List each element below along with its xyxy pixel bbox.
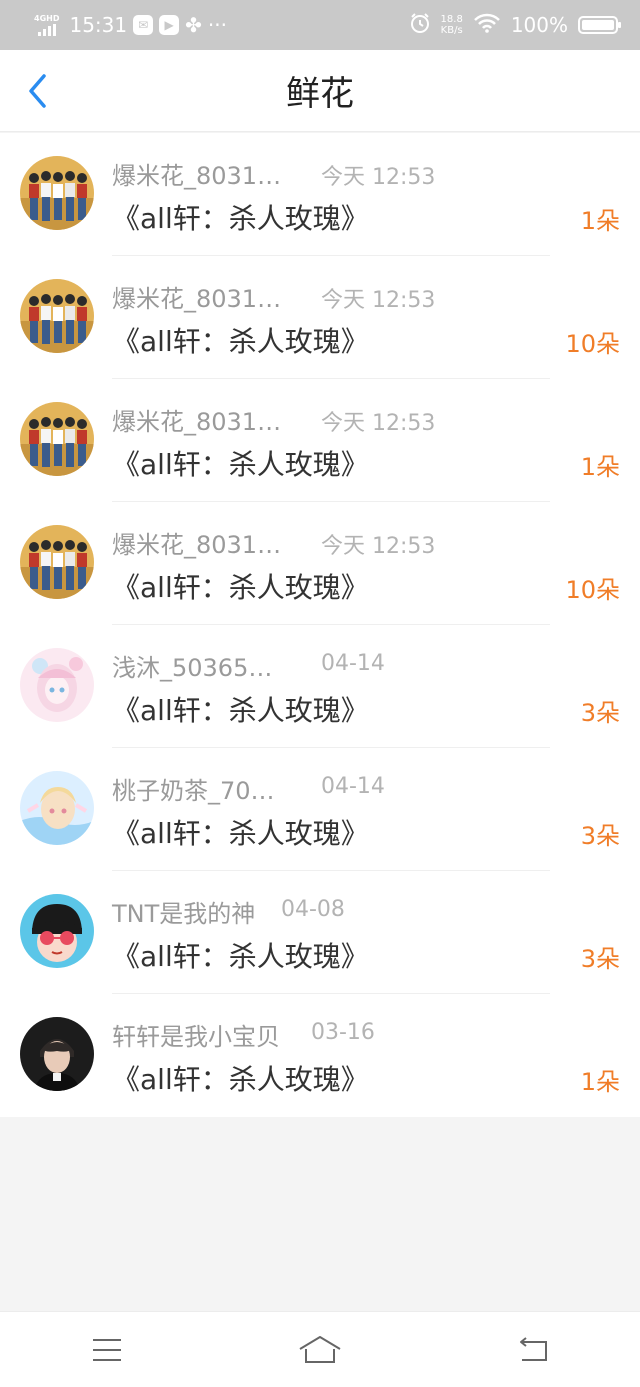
- timestamp: 今天 12:53: [321, 534, 436, 559]
- avatar[interactable]: [20, 771, 94, 845]
- flower-count: 3朵: [580, 945, 620, 973]
- alarm-icon: [409, 12, 431, 39]
- menu-button[interactable]: [77, 1325, 137, 1375]
- user-name[interactable]: 爆米花_8031…: [112, 402, 281, 437]
- fan-notification-icon: ✤: [185, 13, 202, 37]
- flower-count: 10朵: [565, 576, 620, 604]
- flower-count: 3朵: [580, 822, 620, 850]
- chevron-left-icon: [29, 74, 46, 108]
- list-item[interactable]: 爆米花_8031… 今天 12:53 《all轩：杀人玫瑰》 1朵: [0, 379, 640, 502]
- avatar[interactable]: [20, 525, 94, 599]
- user-name[interactable]: 爆米花_8031…: [112, 156, 281, 191]
- return-icon: [520, 1336, 548, 1361]
- network-type: 4GHD: [34, 13, 60, 23]
- user-name[interactable]: 爆米花_8031…: [112, 279, 281, 314]
- home-icon: [299, 1335, 341, 1363]
- timestamp: 04-14: [321, 774, 385, 799]
- book-title: 《all轩：杀人玫瑰》: [112, 571, 369, 604]
- user-name[interactable]: 桃子奶茶_70…: [112, 771, 275, 806]
- book-title: 《all轩：杀人玫瑰》: [112, 448, 369, 481]
- timestamp: 04-14: [321, 651, 385, 676]
- list-item[interactable]: 爆米花_8031… 今天 12:53 《all轩：杀人玫瑰》 1朵: [0, 133, 640, 256]
- navigation-bar: [0, 1311, 640, 1387]
- page-title: 鲜花: [286, 74, 354, 114]
- flower-list: 爆米花_8031… 今天 12:53 《all轩：杀人玫瑰》 1朵 爆米花_80…: [0, 133, 640, 1117]
- return-button[interactable]: [503, 1325, 563, 1375]
- user-name[interactable]: TNT是我的神: [112, 894, 255, 929]
- list-item[interactable]: TNT是我的神 04-08 《all轩：杀人玫瑰》 3朵: [0, 871, 640, 994]
- menu-icon: [92, 1338, 121, 1361]
- list-item[interactable]: 爆米花_8031… 今天 12:53 《all轩：杀人玫瑰》 10朵: [0, 502, 640, 625]
- book-title: 《all轩：杀人玫瑰》: [112, 202, 369, 235]
- book-title: 《all轩：杀人玫瑰》: [112, 1063, 369, 1096]
- title-bar: 鲜花: [0, 50, 640, 132]
- battery-percent: 100%: [510, 13, 568, 37]
- flower-count: 1朵: [580, 1068, 620, 1096]
- wifi-icon: [473, 12, 501, 39]
- flower-count: 3朵: [580, 699, 620, 727]
- back-button[interactable]: [18, 70, 58, 112]
- more-notifications: ···: [207, 13, 227, 37]
- list-item[interactable]: 轩轩是我小宝贝 03-16 《all轩：杀人玫瑰》 1朵: [0, 994, 640, 1117]
- avatar[interactable]: [20, 648, 94, 722]
- list-item[interactable]: 桃子奶茶_70… 04-14 《all轩：杀人玫瑰》 3朵: [0, 748, 640, 871]
- list-item[interactable]: 浅沐_50365… 04-14 《all轩：杀人玫瑰》 3朵: [0, 625, 640, 748]
- avatar[interactable]: [20, 894, 94, 968]
- signal-icon: 4GHD: [34, 13, 60, 36]
- avatar[interactable]: [20, 402, 94, 476]
- avatar[interactable]: [20, 156, 94, 230]
- flower-count: 1朵: [580, 453, 620, 481]
- status-bar: 4GHD 15:31 ✉ ▶ ✤ ··· 18.8 KB/s 100%: [0, 0, 640, 50]
- book-title: 《all轩：杀人玫瑰》: [112, 940, 369, 973]
- battery-icon: [578, 16, 621, 34]
- list-item[interactable]: 爆米花_8031… 今天 12:53 《all轩：杀人玫瑰》 10朵: [0, 256, 640, 379]
- timestamp: 03-16: [311, 1020, 375, 1045]
- user-name[interactable]: 浅沐_50365…: [112, 648, 272, 683]
- timestamp: 04-08: [281, 897, 345, 922]
- avatar[interactable]: [20, 1017, 94, 1091]
- play-notification-icon: ▶: [159, 15, 180, 35]
- flower-count: 1朵: [580, 207, 620, 235]
- book-title: 《all轩：杀人玫瑰》: [112, 694, 369, 727]
- book-title: 《all轩：杀人玫瑰》: [112, 325, 369, 358]
- home-button[interactable]: [290, 1325, 350, 1375]
- timestamp: 今天 12:53: [321, 411, 436, 436]
- book-title: 《all轩：杀人玫瑰》: [112, 817, 369, 850]
- timestamp: 今天 12:53: [321, 288, 436, 313]
- timestamp: 今天 12:53: [321, 165, 436, 190]
- avatar[interactable]: [20, 279, 94, 353]
- user-name[interactable]: 爆米花_8031…: [112, 525, 281, 560]
- network-speed: 18.8 KB/s: [440, 14, 463, 36]
- mail-notification-icon: ✉: [133, 15, 154, 35]
- flower-count: 10朵: [565, 330, 620, 358]
- clock: 15:31: [69, 13, 128, 37]
- user-name[interactable]: 轩轩是我小宝贝: [112, 1017, 280, 1052]
